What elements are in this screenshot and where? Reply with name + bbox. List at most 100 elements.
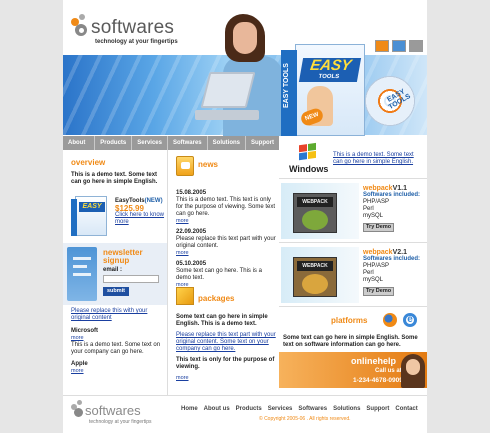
news-date: 22.09.2005: [176, 229, 207, 235]
nav-products[interactable]: Products: [95, 136, 133, 150]
windows-link[interactable]: This is a demo text. Some text can go he…: [333, 152, 423, 166]
easytools-box-image: EASY TOOLS EASY TOOLS NEW: [281, 44, 379, 138]
webpack-v21: WEBPACK webpackV2.1 Softwares included: …: [279, 242, 427, 306]
windows-flag-icon: [299, 142, 317, 162]
header-quick-buttons: [375, 40, 425, 54]
overview-title: overview: [71, 158, 106, 167]
footer-link-about-us[interactable]: About us: [201, 406, 233, 412]
webpack-box-image: WEBPACK: [281, 247, 359, 303]
product-badge: (NEW): [144, 198, 163, 204]
try-demo-button[interactable]: Try Demo: [363, 223, 395, 232]
footer-logo-name: softwares: [85, 403, 141, 418]
software-item: Perl: [363, 270, 374, 276]
microsoft-title: Microsoft: [71, 328, 98, 334]
middle-column: news 15.08.2005 This is a demo text. Thi…: [167, 150, 279, 395]
left-bottom-content: Please replace this with your original c…: [71, 308, 165, 375]
footer-link-services[interactable]: Services: [265, 406, 296, 412]
nav-services[interactable]: Services: [132, 136, 168, 150]
webpack-v11: WEBPACK webpackV1.1 Softwares included: …: [279, 178, 427, 242]
news-icon: [176, 156, 194, 176]
nav-solutions[interactable]: Solutions: [208, 136, 246, 150]
onlinehelp-title: onlinehelp: [351, 356, 396, 366]
footer-link-products[interactable]: Products: [233, 406, 265, 412]
email-label: email :: [103, 267, 123, 273]
support-agent-photo: [401, 354, 425, 388]
logo-name: softwares: [91, 17, 175, 38]
main-nav: About us Products Services Softwares Sol…: [63, 136, 279, 160]
news-text: Please replace this text part with your …: [176, 236, 276, 249]
packages-text: Some text can go here in simple English.…: [176, 314, 268, 327]
phone-number: 1-234-4678-0909: [353, 377, 403, 384]
footer-link-support[interactable]: Support: [363, 406, 392, 412]
footer: softwares technology at your fingertips …: [63, 395, 427, 433]
platforms-title: platforms: [331, 316, 368, 325]
product-more-link[interactable]: Click here to know more: [115, 212, 164, 225]
software-heading: Softwares included:: [363, 256, 421, 262]
footer-logo-tagline: technology at your fingertips: [89, 419, 152, 425]
news-date: 15.08.2005: [176, 190, 207, 196]
webpack-info: webpackV1.1 Softwares included: PHP/ASP …: [363, 185, 425, 232]
onlinehelp-banner[interactable]: onlinehelp Call us at : 1-234-4678-0909: [279, 352, 427, 388]
nav-support[interactable]: Support: [246, 136, 279, 150]
news-more-link[interactable]: more: [176, 218, 189, 224]
email-field[interactable]: [103, 275, 159, 283]
right-column: Windows This is a demo text. Some text c…: [279, 136, 427, 395]
product-price: $125.99: [115, 204, 144, 213]
easytools-product-image[interactable]: EASY: [71, 196, 109, 236]
footer-logo[interactable]: softwares technology at your fingertips: [71, 400, 161, 428]
news-text: This is a demo text. This text is only f…: [176, 197, 276, 217]
try-demo-button[interactable]: Try Demo: [363, 287, 395, 296]
nav-softwares[interactable]: Softwares: [168, 136, 208, 150]
software-item: PHP/ASP: [363, 263, 390, 269]
webpack-title: webpackV2.1: [363, 249, 407, 256]
footer-nav: Home About us Products Services Software…: [178, 406, 421, 412]
footer-link-solutions[interactable]: Solutions: [330, 406, 363, 412]
windows-label: Windows: [289, 164, 329, 174]
webpack-title: webpackV1.1: [363, 185, 407, 192]
cd-disc-image: EASY TOOLS: [365, 76, 415, 126]
footer-link-contact[interactable]: Contact: [392, 406, 420, 412]
replace-content-link[interactable]: Please replace this with your original c…: [71, 308, 165, 322]
platforms-block: platforms e: [279, 306, 427, 332]
newsletter-icon: [67, 247, 97, 301]
packages-link[interactable]: Please replace this text part with your …: [176, 332, 276, 353]
microsoft-text: This is a demo text. Some text on your c…: [71, 342, 161, 355]
platforms-text: Some text can go here in simple English.…: [283, 335, 418, 348]
microsoft-more-link[interactable]: more: [71, 335, 165, 342]
packages-more-link[interactable]: more: [176, 375, 276, 382]
newsletter-box: newsletter signup email : submit: [63, 243, 167, 305]
newsletter-title: newsletter signup: [103, 248, 143, 265]
footer-link-home[interactable]: Home: [178, 406, 201, 412]
internet-explorer-icon: e: [403, 313, 417, 327]
logo-dots-icon: [71, 14, 91, 36]
sitemap-icon[interactable]: [409, 40, 423, 52]
packages-icon: [176, 287, 194, 305]
apple-title: Apple: [71, 361, 88, 367]
nav-about-us[interactable]: About us: [63, 136, 96, 160]
news-title: news: [198, 160, 219, 169]
laptop-image: [195, 72, 259, 130]
firefox-icon: [383, 313, 397, 327]
logo-tagline: technology at your fingertips: [95, 39, 178, 45]
packages-title: packages: [198, 294, 235, 303]
left-column: overview This is a demo text. Some text …: [63, 150, 167, 395]
news-list: 15.08.2005 This is a demo text. This tex…: [176, 186, 276, 289]
packages-text-2: This text is only for the purpose of vie…: [176, 357, 275, 370]
site-logo[interactable]: softwares technology at your fingertips: [71, 14, 191, 50]
software-item: PHP/ASP: [363, 199, 390, 205]
news-more-link[interactable]: more: [176, 250, 189, 256]
footer-link-softwares[interactable]: Softwares: [295, 406, 330, 412]
apple-more-link[interactable]: more: [71, 368, 165, 375]
mail-icon[interactable]: [392, 40, 406, 52]
software-heading: Softwares included:: [363, 192, 421, 198]
news-date: 05.10.2005: [176, 261, 207, 267]
windows-logo: Windows: [285, 142, 329, 178]
submit-button[interactable]: submit: [103, 287, 129, 296]
webpack-info: webpackV2.1 Softwares included: PHP/ASP …: [363, 249, 425, 296]
webpack-box-image: WEBPACK: [281, 183, 359, 239]
page: softwares technology at your fingertips …: [63, 0, 427, 433]
product-info: EasyTools(NEW) $125.99 Click here to kno…: [115, 198, 165, 226]
header: softwares technology at your fingertips …: [63, 0, 427, 136]
overview-text: This is a demo text. Some text can go he…: [71, 172, 158, 185]
news-text: Some text can go here. This is a demo te…: [176, 268, 262, 281]
